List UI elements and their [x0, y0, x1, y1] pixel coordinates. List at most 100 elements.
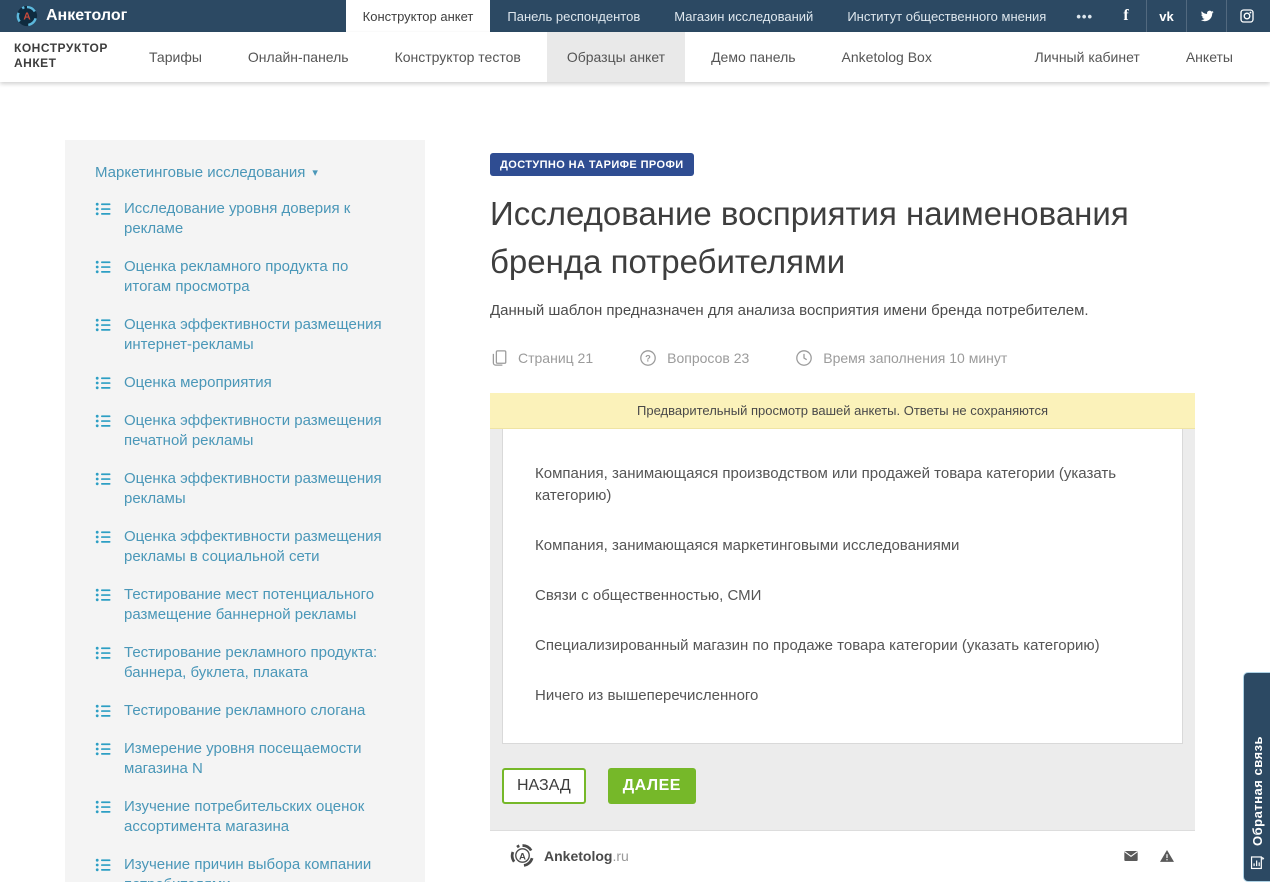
sidebar-item[interactable]: Оценка мероприятия: [95, 373, 395, 393]
back-button[interactable]: НАЗАД: [502, 768, 586, 804]
brand-name: Анкетолог: [46, 7, 127, 25]
nav-item-tarify[interactable]: Тарифы: [129, 32, 222, 82]
svg-text:?: ?: [645, 353, 651, 363]
stat-pages-label: Страниц 21: [518, 350, 593, 366]
list-icon: [95, 201, 111, 239]
preview-buttons: НАЗАД ДАЛЕЕ: [502, 768, 1183, 804]
sidebar-item-label: Исследование уровня доверия к рекламе: [124, 199, 395, 239]
answer-option[interactable]: Связи с общественностью, СМИ: [535, 585, 1150, 607]
nav-item-ankety[interactable]: Анкеты: [1166, 32, 1253, 82]
clock-icon: [795, 349, 813, 367]
sidebar-item[interactable]: Тестирование мест потенциального размеще…: [95, 585, 395, 625]
sidebar-item-label: Тестирование мест потенциального размеще…: [124, 585, 395, 625]
preview-footer: A Anketolog.ru: [490, 830, 1195, 880]
main-nav: КОНСТРУКТОР АНКЕТ Тарифы Онлайн-панель К…: [0, 32, 1270, 82]
sidebar-item[interactable]: Оценка эффективности размещения рекламы: [95, 469, 395, 509]
toptab-panel-respondentov[interactable]: Панель респондентов: [490, 0, 657, 32]
sidebar-item-label: Оценка мероприятия: [124, 373, 272, 393]
template-description: Данный шаблон предназначен для анализа в…: [490, 302, 1195, 319]
preview-banner: Предварительный просмотр вашей анкеты. О…: [490, 393, 1195, 429]
main-content: ДОСТУПНО НА ТАРИФЕ ПРОФИ Исследование во…: [490, 140, 1195, 880]
questions-icon: ?: [639, 349, 657, 367]
anketolog-footer-logo-icon: A: [510, 843, 535, 868]
nav-item-online-panel[interactable]: Онлайн-панель: [228, 32, 369, 82]
answer-option[interactable]: Специализированный магазин по продаже то…: [535, 635, 1150, 657]
sidebar-item-label: Оценка эффективности размещения интернет…: [124, 315, 395, 355]
sidebar-item[interactable]: Изучение причин выбора компании потребит…: [95, 855, 395, 882]
chevron-down-icon: ▾: [312, 166, 318, 179]
logo-line-2: АНКЕТ: [14, 56, 126, 71]
sidebar-list: Исследование уровня доверия к рекламе Оц…: [95, 199, 395, 882]
survey-stats: Страниц 21 ? Вопросов 23 Время заполнени…: [490, 349, 1195, 367]
social-links: f vk: [1106, 0, 1266, 32]
sidebar-item-label: Измерение уровня посещаемости магазина N: [124, 739, 395, 779]
sidebar-item[interactable]: Исследование уровня доверия к рекламе: [95, 199, 395, 239]
toptab-more[interactable]: •••: [1063, 0, 1106, 32]
anketolog-logo-icon: A: [16, 5, 38, 27]
twitter-icon[interactable]: [1186, 0, 1226, 32]
list-icon: [95, 799, 111, 837]
vk-icon[interactable]: vk: [1146, 0, 1186, 32]
feedback-label: Обратная связь: [1250, 687, 1265, 846]
list-icon: [95, 703, 111, 721]
feedback-tab[interactable]: Обратная связь: [1243, 672, 1270, 882]
list-icon: [95, 413, 111, 451]
sidebar-item-label: Тестирование рекламного продукта: баннер…: [124, 643, 395, 683]
sidebar-item-label: Оценка эффективности размещения печатной…: [124, 411, 395, 451]
list-icon: [95, 471, 111, 509]
warning-icon[interactable]: [1159, 848, 1175, 864]
stat-time-label: Время заполнения 10 минут: [823, 350, 1007, 366]
nav-item-konstruktor-testov[interactable]: Конструктор тестов: [375, 32, 541, 82]
footer-brand-name: Anketolog.ru: [544, 848, 629, 864]
sidebar-item-label: Оценка эффективности размещения рекламы …: [124, 527, 395, 567]
stat-questions-label: Вопросов 23: [667, 350, 749, 366]
svg-text:A: A: [23, 12, 31, 23]
email-icon[interactable]: [1123, 848, 1139, 864]
sidebar-category-dropdown[interactable]: Маркетинговые исследования ▾: [95, 164, 395, 181]
sidebar-item[interactable]: Оценка эффективности размещения интернет…: [95, 315, 395, 355]
stat-questions: ? Вопросов 23: [639, 349, 749, 367]
answer-option[interactable]: Компания, занимающаяся маркетинговыми ис…: [535, 535, 1150, 557]
sidebar-item-label: Тестирование рекламного слогана: [124, 701, 365, 721]
anketolog-footer-link[interactable]: A Anketolog.ru: [510, 843, 629, 868]
constructor-anket-logo[interactable]: КОНСТРУКТОР АНКЕТ: [0, 32, 126, 82]
toptab-institut-mneniya[interactable]: Институт общественного мнения: [830, 0, 1063, 32]
answers-card: Компания, занимающаяся производством или…: [502, 429, 1183, 744]
sidebar-item-label: Оценка эффективности размещения рекламы: [124, 469, 395, 509]
sidebar-item[interactable]: Измерение уровня посещаемости магазина N: [95, 739, 395, 779]
brand[interactable]: A Анкетолог: [0, 0, 143, 32]
sidebar-category-label: Маркетинговые исследования: [95, 164, 305, 181]
answer-option[interactable]: Компания, занимающаяся производством или…: [535, 463, 1150, 507]
list-icon: [95, 587, 111, 625]
nav-item-lichnyi-kabinet[interactable]: Личный кабинет: [1015, 32, 1160, 82]
facebook-icon[interactable]: f: [1106, 0, 1146, 32]
list-icon: [95, 857, 111, 882]
sidebar: Маркетинговые исследования ▾ Исследовани…: [65, 140, 425, 882]
sidebar-item[interactable]: Оценка рекламного продукта по итогам про…: [95, 257, 395, 297]
toptab-konstruktor-anket[interactable]: Конструктор анкет: [346, 0, 491, 32]
instagram-icon[interactable]: [1226, 0, 1266, 32]
sidebar-item[interactable]: Тестирование рекламного продукта: баннер…: [95, 643, 395, 683]
svg-text:A: A: [519, 852, 526, 863]
topbar: A Анкетолог Конструктор анкет Панель рес…: [0, 0, 1270, 32]
nav-item-anketolog-box[interactable]: Anketolog Box: [822, 32, 952, 82]
nav-item-obraztsy-anket[interactable]: Образцы анкет: [547, 32, 685, 82]
sidebar-item-label: Оценка рекламного продукта по итогам про…: [124, 257, 395, 297]
nav-item-demo-panel[interactable]: Демо панель: [691, 32, 815, 82]
feedback-form-icon: [1249, 846, 1266, 871]
stat-time: Время заполнения 10 минут: [795, 349, 1007, 367]
survey-preview: Предварительный просмотр вашей анкеты. О…: [490, 393, 1195, 880]
list-icon: [95, 317, 111, 355]
sidebar-item[interactable]: Тестирование рекламного слогана: [95, 701, 395, 721]
stat-pages: Страниц 21: [490, 349, 593, 367]
list-icon: [95, 529, 111, 567]
list-icon: [95, 645, 111, 683]
toptab-magazin-issledovaniy[interactable]: Магазин исследований: [657, 0, 830, 32]
sidebar-item-label: Изучение причин выбора компании потребит…: [124, 855, 395, 882]
sidebar-item[interactable]: Оценка эффективности размещения печатной…: [95, 411, 395, 451]
next-button[interactable]: ДАЛЕЕ: [608, 768, 696, 804]
list-icon: [95, 259, 111, 297]
answer-option[interactable]: Ничего из вышеперечисленного: [535, 685, 1150, 707]
sidebar-item[interactable]: Оценка эффективности размещения рекламы …: [95, 527, 395, 567]
sidebar-item[interactable]: Изучение потребительских оценок ассортим…: [95, 797, 395, 837]
